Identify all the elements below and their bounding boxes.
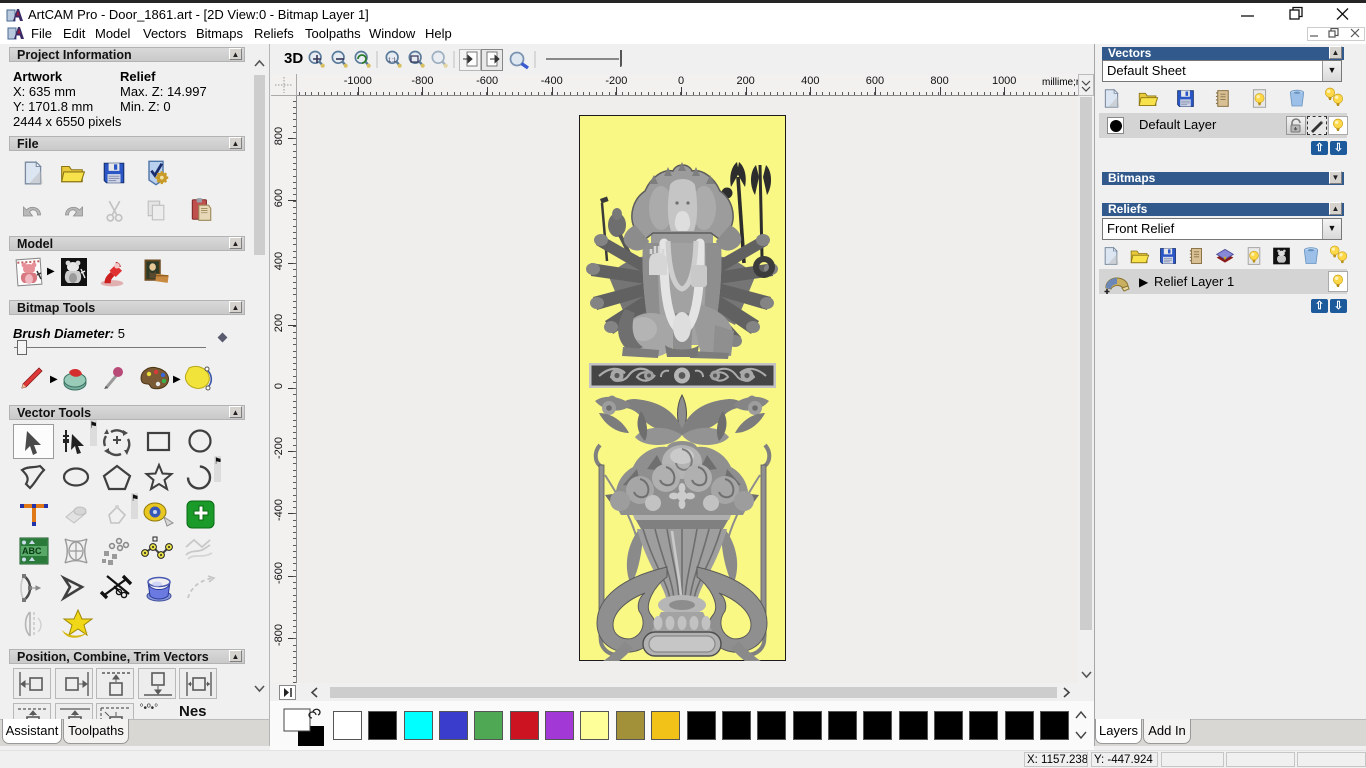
svg-text:1:1: 1:1 [388, 58, 397, 64]
svg-text:ABC: ABC [22, 546, 42, 556]
